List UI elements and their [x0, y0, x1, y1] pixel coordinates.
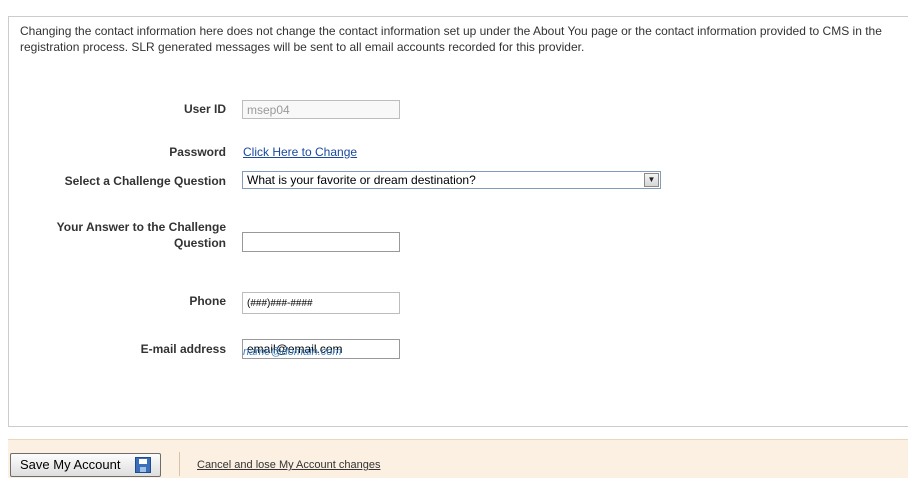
floppy-disk-icon: [135, 457, 151, 473]
divider: [179, 452, 180, 476]
password-label: Password: [169, 145, 226, 159]
challenge-question-select[interactable]: What is your favorite or dream destinati…: [242, 171, 661, 189]
chevron-down-icon[interactable]: ▼: [644, 173, 659, 187]
user-id-field[interactable]: [242, 100, 400, 119]
challenge-question-label: Select a Challenge Question: [64, 174, 226, 188]
challenge-question-value: What is your favorite or dream destinati…: [247, 173, 476, 187]
save-my-account-button[interactable]: Save My Account: [10, 453, 161, 477]
change-password-link[interactable]: Click Here to Change: [243, 145, 357, 159]
challenge-answer-label: Your Answer to the Challenge Question: [56, 220, 226, 250]
save-button-label: Save My Account: [20, 457, 121, 472]
email-format-hint: name@domain.com: [243, 346, 342, 358]
intro-text: Changing the contact information here do…: [20, 24, 882, 54]
phone-field[interactable]: [242, 292, 400, 314]
user-id-label: User ID: [183, 102, 226, 116]
cancel-changes-link[interactable]: Cancel and lose My Account changes: [197, 459, 380, 471]
challenge-answer-field[interactable]: [242, 232, 400, 252]
email-label: E-mail address: [140, 342, 226, 356]
phone-label: Phone: [189, 294, 226, 308]
action-bar: Save My Account Cancel and lose My Accou…: [8, 439, 908, 478]
